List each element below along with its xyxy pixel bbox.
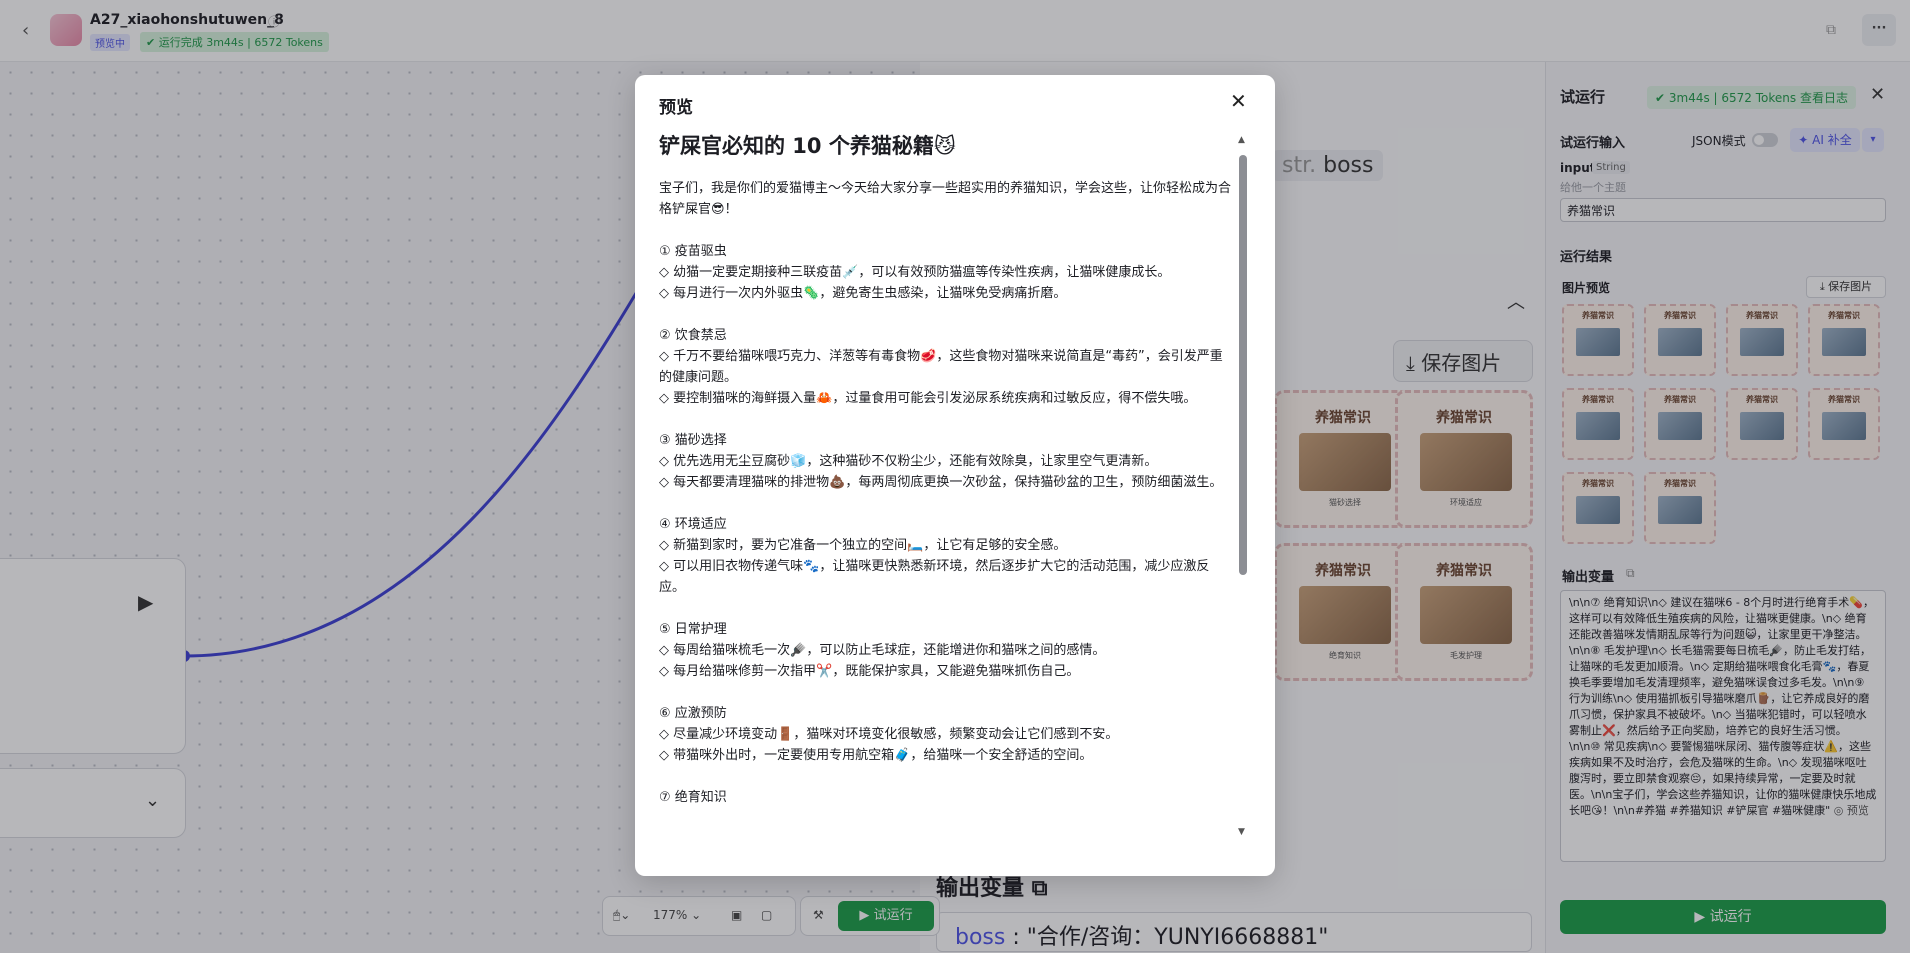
section-line: ◇ 每月进行一次内外驱虫🦠，避免寄生虫感染，让猫咪免受病痛折磨。 bbox=[659, 286, 1067, 301]
article-intro: 宝子们，我是你们的爱猫博主～今天给大家分享一些超实用的养猫知识，学会这些，让你轻… bbox=[659, 181, 1231, 217]
close-icon[interactable]: ✕ bbox=[1230, 89, 1247, 113]
section-line: ◇ 每周给猫咪梳毛一次🪮，可以防止毛球症，还能增进你和猫咪之间的感情。 bbox=[659, 643, 1106, 658]
section-line: ◇ 要控制猫咪的海鲜摄入量🦀，过量食用可能会引发泌尿系统疾病和过敏反应，得不偿失… bbox=[659, 391, 1197, 406]
section-line: ◇ 每月给猫咪修剪一次指甲✂️，既能保护家具，又能避免猫咪抓伤自己。 bbox=[659, 664, 1080, 679]
article-section: ⑥ 应激预防 ◇ 尽量减少环境变动🚪，猫咪对环境变化很敏感，频繁变动会让它们感到… bbox=[659, 703, 1231, 766]
section-line: ◇ 可以用旧衣物传递气味🐾，让猫咪更快熟悉新环境，然后逐步扩大它的活动范围，减少… bbox=[659, 559, 1210, 595]
article-section: ⑦ 绝育知识 bbox=[659, 787, 1231, 808]
section-title: ⑤ 日常护理 bbox=[659, 622, 727, 637]
section-title: ⑦ 绝育知识 bbox=[659, 790, 727, 805]
modal-scrollbar[interactable] bbox=[1239, 155, 1247, 575]
section-line: ◇ 带猫咪外出时，一定要使用专用航空箱🧳，给猫咪一个安全舒适的空间。 bbox=[659, 748, 1093, 763]
section-line: ◇ 尽量减少环境变动🚪，猫咪对环境变化很敏感，频繁变动会让它们感到不安。 bbox=[659, 727, 1119, 742]
section-title: ④ 环境适应 bbox=[659, 517, 727, 532]
preview-modal: 预览 ✕ 铲屎官必知的 10 个养猫秘籍😼 宝子们，我是你们的爱猫博主～今天给大… bbox=[635, 75, 1275, 876]
section-line: ◇ 幼猫一定要定期接种三联疫苗💉，可以有效预防猫瘟等传染性疾病，让猫咪健康成长。 bbox=[659, 265, 1171, 280]
section-title: ③ 猫砂选择 bbox=[659, 433, 727, 448]
section-line: ◇ 每天都要清理猫咪的排泄物💩，每两周彻底更换一次砂盆，保持猫砂盆的卫生，预防细… bbox=[659, 475, 1223, 490]
article-section: ④ 环境适应 ◇ 新猫到家时，要为它准备一个独立的空间🛏️，让它有足够的安全感。… bbox=[659, 514, 1231, 598]
article-heading: 铲屎官必知的 10 个养猫秘籍😼 bbox=[659, 134, 956, 158]
section-title: ① 疫苗驱虫 bbox=[659, 244, 727, 259]
scroll-up-arrow[interactable]: ▲ bbox=[1238, 135, 1245, 145]
modal-title: 预览 bbox=[659, 98, 693, 118]
section-title: ② 饮食禁忌 bbox=[659, 328, 727, 343]
scroll-down-arrow[interactable]: ▼ bbox=[1238, 827, 1245, 837]
article-section: ⑤ 日常护理 ◇ 每周给猫咪梳毛一次🪮，可以防止毛球症，还能增进你和猫咪之间的感… bbox=[659, 619, 1231, 682]
section-title: ⑥ 应激预防 bbox=[659, 706, 727, 721]
section-line: ◇ 千万不要给猫咪喂巧克力、洋葱等有毒食物🥩，这些食物对猫咪来说简直是“毒药”，… bbox=[659, 349, 1223, 385]
section-line: ◇ 优先选用无尘豆腐砂🧊，这种猫砂不仅粉尘少，还能有效除臭，让家里空气更清新。 bbox=[659, 454, 1158, 469]
modal-body[interactable]: 铲屎官必知的 10 个养猫秘籍😼 宝子们，我是你们的爱猫博主～今天给大家分享一些… bbox=[659, 127, 1231, 857]
section-line: ◇ 新猫到家时，要为它准备一个独立的空间🛏️，让它有足够的安全感。 bbox=[659, 538, 1067, 553]
article-section: ① 疫苗驱虫 ◇ 幼猫一定要定期接种三联疫苗💉，可以有效预防猫瘟等传染性疾病，让… bbox=[659, 241, 1231, 304]
article-section: ③ 猫砂选择 ◇ 优先选用无尘豆腐砂🧊，这种猫砂不仅粉尘少，还能有效除臭，让家里… bbox=[659, 430, 1231, 493]
article-section: ② 饮食禁忌 ◇ 千万不要给猫咪喂巧克力、洋葱等有毒食物🥩，这些食物对猫咪来说简… bbox=[659, 325, 1231, 409]
